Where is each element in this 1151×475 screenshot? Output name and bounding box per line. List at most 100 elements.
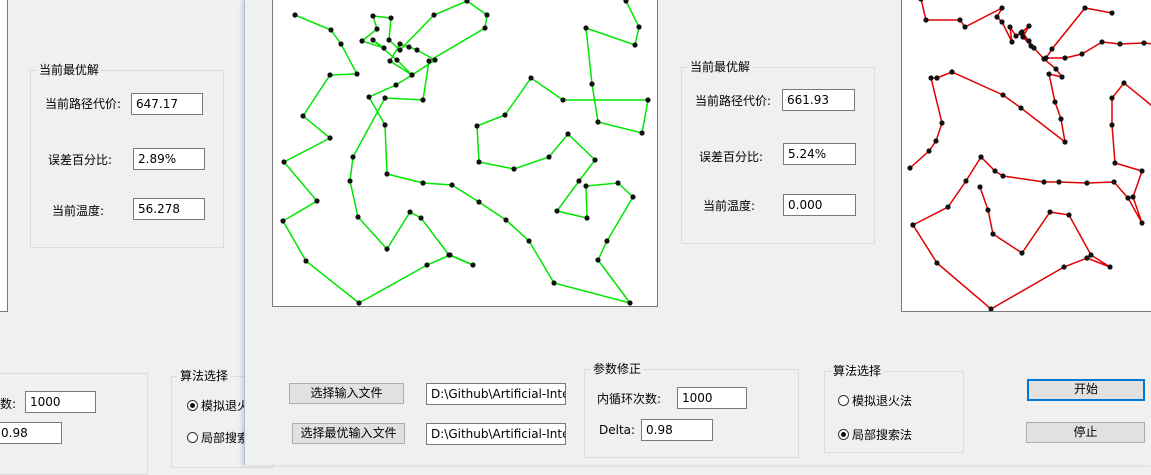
city-node — [978, 154, 984, 160]
best-file-path-field[interactable]: D:\Github\Artificial-Intelli — [426, 423, 566, 445]
stop-button[interactable]: 停止 — [1026, 422, 1145, 443]
city-node — [406, 44, 412, 50]
city-node — [388, 15, 394, 21]
iter-field[interactable]: 1000 — [677, 387, 747, 409]
city-node — [474, 123, 480, 129]
city-node — [354, 71, 360, 77]
back-iter-label: 数: — [0, 397, 17, 411]
iter-label: 内循环次数: — [597, 392, 662, 406]
city-node — [420, 180, 426, 186]
back-error-field[interactable]: 2.89% — [133, 148, 205, 170]
city-node — [907, 165, 913, 171]
start-button[interactable]: 开始 — [1027, 379, 1145, 401]
city-node — [381, 45, 387, 51]
city-node — [627, 300, 633, 306]
city-node — [639, 130, 645, 136]
temp-field[interactable]: 0.000 — [783, 194, 856, 216]
city-node — [999, 5, 1005, 11]
city-node — [636, 24, 642, 30]
city-node — [1112, 160, 1118, 166]
ls-radio-dot[interactable] — [838, 429, 849, 440]
city-node — [1047, 209, 1053, 215]
city-node — [464, 0, 470, 4]
back-ls-radio-dot[interactable] — [187, 432, 198, 443]
city-node — [1109, 10, 1115, 16]
city-node — [963, 178, 969, 184]
city-node — [933, 138, 939, 144]
sa-radio-dot[interactable] — [838, 395, 849, 406]
back-sa-radio-label: 模拟退火法 — [201, 399, 244, 413]
background-window: 当前最优解 当前路径代价: 647.17 误差百分比: 2.89% 当前温度: … — [0, 0, 273, 475]
select-best-input-file-button[interactable]: 选择最优输入文件 — [292, 423, 405, 444]
city-node — [370, 13, 376, 19]
city-node — [1125, 195, 1131, 201]
select-input-file-button[interactable]: 选择输入文件 — [289, 383, 404, 404]
city-node — [528, 75, 534, 81]
city-node — [366, 94, 372, 100]
city-node — [484, 12, 490, 18]
city-node — [382, 122, 388, 128]
city-node — [1139, 168, 1145, 174]
city-node — [926, 148, 932, 154]
city-node — [632, 42, 638, 48]
city-node — [314, 198, 320, 204]
city-node — [985, 207, 991, 213]
city-node — [1117, 41, 1123, 47]
city-node — [1062, 55, 1068, 61]
delta-field[interactable]: 0.98 — [641, 419, 713, 441]
city-node — [1026, 38, 1032, 44]
back-best-solution-title: 当前最优解 — [37, 63, 102, 77]
input-file-path-field[interactable]: D:\Github\Artificial-Intelli — [426, 383, 566, 405]
back-delta-field[interactable]: 0.98 — [0, 422, 62, 444]
city-node — [1049, 46, 1055, 52]
city-node — [999, 19, 1005, 25]
back-sa-radio[interactable]: 模拟退火法 — [187, 397, 244, 414]
main-window: 当前最优解 当前路径代价: 661.93 误差百分比: 5.24% 当前温度: … — [244, 0, 1151, 465]
back-ls-radio[interactable]: 局部搜索法 — [187, 429, 244, 446]
city-node — [934, 260, 940, 266]
city-node — [1061, 264, 1067, 270]
city-node — [420, 97, 426, 103]
city-node — [949, 69, 955, 75]
city-node — [338, 41, 344, 47]
city-node — [470, 262, 476, 268]
route-canvas-right — [901, 0, 1151, 312]
city-node — [623, 0, 629, 4]
city-node — [1099, 39, 1105, 45]
city-node — [300, 113, 306, 119]
back-cost-field[interactable]: 647.17 — [131, 93, 203, 115]
city-node — [1009, 39, 1015, 45]
city-node — [1109, 95, 1115, 101]
city-node — [1107, 264, 1113, 270]
city-node — [292, 12, 298, 18]
city-node — [1088, 252, 1094, 258]
city-node — [355, 214, 361, 220]
city-node — [994, 14, 1000, 20]
city-node — [1026, 23, 1032, 29]
city-node — [957, 17, 963, 23]
city-node — [583, 25, 589, 31]
back-iter-field[interactable]: 1000 — [25, 391, 96, 413]
city-node — [350, 154, 356, 160]
city-node — [565, 131, 571, 137]
city-node — [328, 27, 334, 33]
city-node — [934, 75, 940, 81]
city-node — [615, 180, 621, 186]
city-node — [327, 135, 333, 141]
ls-radio[interactable]: 局部搜索法 — [838, 426, 912, 443]
city-node — [584, 215, 590, 221]
cost-field[interactable]: 661.93 — [782, 89, 855, 111]
error-field[interactable]: 5.24% — [783, 143, 856, 165]
city-node — [511, 166, 517, 172]
city-node — [476, 159, 482, 165]
sa-radio[interactable]: 模拟退火法 — [838, 392, 912, 409]
back-temp-field[interactable]: 56.278 — [133, 198, 205, 220]
city-node — [595, 119, 601, 125]
city-node — [1013, 33, 1019, 39]
city-node — [1058, 116, 1064, 122]
city-node — [370, 37, 376, 43]
back-left-canvas-edge — [0, 0, 8, 312]
city-node — [1139, 220, 1145, 226]
city-node — [1028, 43, 1034, 49]
back-sa-radio-dot[interactable] — [187, 400, 198, 411]
